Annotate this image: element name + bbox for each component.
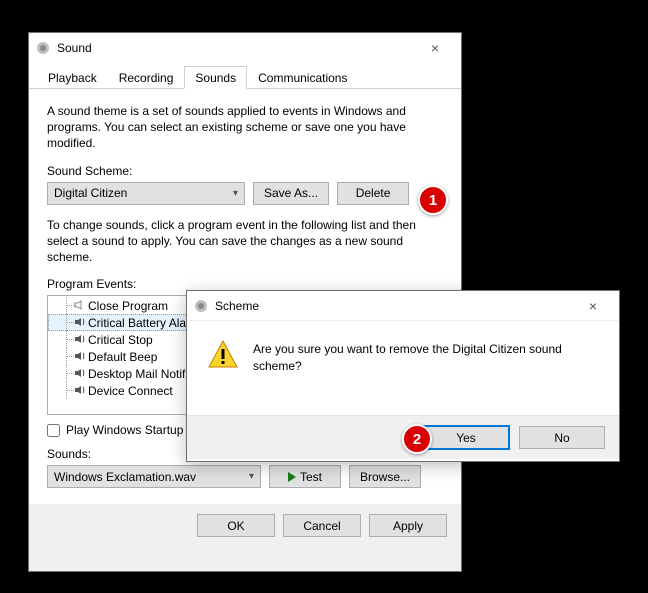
annotation-badge-1: 1 [418, 185, 448, 215]
dialog-footer: OK Cancel Apply [29, 504, 461, 547]
speaker-icon [74, 367, 86, 379]
save-as-button[interactable]: Save As... [253, 182, 329, 205]
apply-button[interactable]: Apply [369, 514, 447, 537]
annotation-badge-2: 2 [402, 424, 432, 454]
scheme-value: Digital Citizen [54, 186, 127, 200]
play-icon [288, 472, 296, 482]
sounds-value: Windows Exclamation.wav [54, 470, 196, 484]
close-icon[interactable]: × [415, 34, 455, 62]
tab-sounds[interactable]: Sounds [184, 66, 247, 89]
chevron-down-icon: ▾ [249, 471, 254, 482]
delete-button[interactable]: Delete [337, 182, 409, 205]
yes-button[interactable]: Yes [423, 426, 509, 449]
speaker-icon [74, 384, 86, 396]
tab-strip: Playback Recording Sounds Communications [29, 63, 461, 89]
tab-recording[interactable]: Recording [108, 66, 185, 89]
ok-button[interactable]: OK [197, 514, 275, 537]
scheme-label: Sound Scheme: [47, 164, 443, 178]
no-button[interactable]: No [519, 426, 605, 449]
tab-playback[interactable]: Playback [37, 66, 108, 89]
test-button[interactable]: Test [269, 465, 341, 488]
sound-app-icon [35, 40, 51, 56]
cancel-button[interactable]: Cancel [283, 514, 361, 537]
popup-message: Are you sure you want to remove the Digi… [253, 339, 599, 375]
close-icon[interactable]: × [573, 292, 613, 320]
speaker-icon [74, 316, 86, 328]
speaker-icon [74, 350, 86, 362]
scheme-dropdown[interactable]: Digital Citizen ▾ [47, 182, 245, 205]
sound-title: Sound [57, 41, 415, 55]
intro-text: A sound theme is a set of sounds applied… [47, 103, 443, 152]
scheme-title: Scheme [215, 299, 573, 313]
chevron-down-icon: ▾ [233, 188, 238, 199]
scheme-titlebar[interactable]: Scheme × [187, 291, 619, 321]
change-hint: To change sounds, click a program event … [47, 217, 443, 266]
sound-app-icon [193, 298, 209, 314]
sounds-dropdown[interactable]: Windows Exclamation.wav ▾ [47, 465, 261, 488]
sound-titlebar[interactable]: Sound × [29, 33, 461, 63]
popup-body: Are you sure you want to remove the Digi… [187, 321, 619, 415]
tab-communications[interactable]: Communications [247, 66, 358, 89]
speaker-icon [74, 333, 86, 345]
warning-icon [207, 339, 239, 374]
browse-button[interactable]: Browse... [349, 465, 421, 488]
startup-checkbox-input[interactable] [47, 424, 60, 437]
speaker-off-icon [74, 299, 86, 311]
